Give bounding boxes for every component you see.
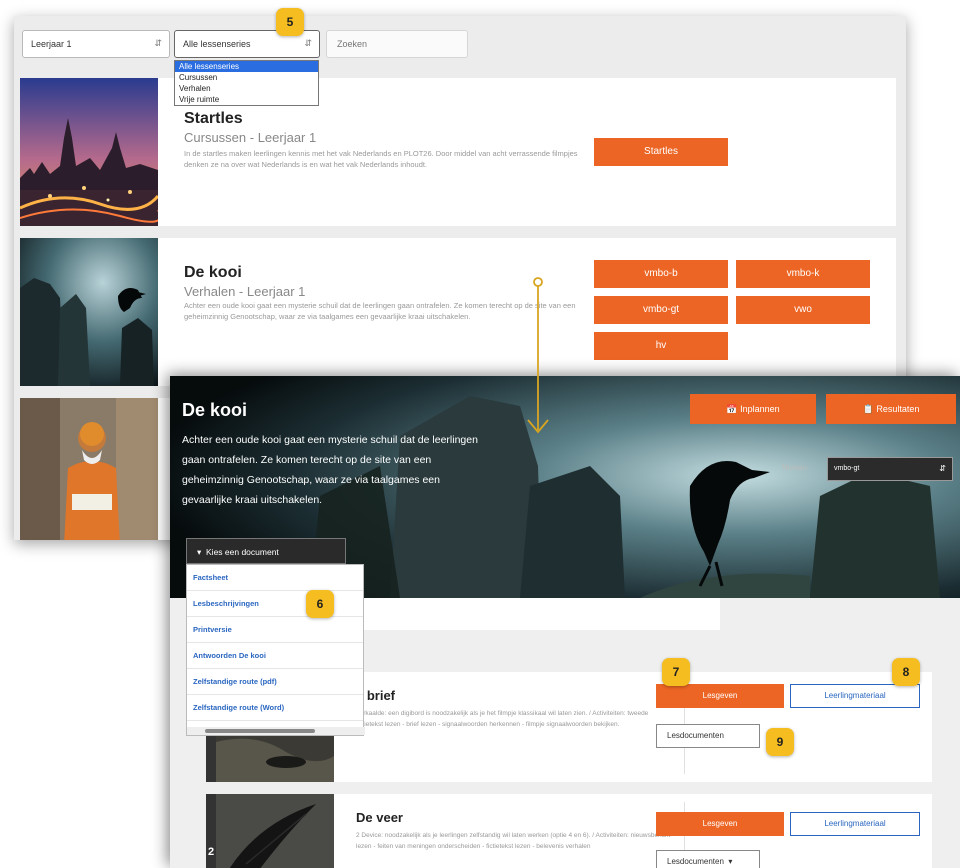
callout-badge: 6 bbox=[306, 590, 334, 618]
screenshot-stage: Leerjaar 1 ⇵ Alle lessenseries ⇵ Alle le… bbox=[0, 0, 960, 868]
callout-badge: 9 bbox=[766, 728, 794, 756]
callout-badge: 5 bbox=[276, 8, 304, 36]
callout-badge: 8 bbox=[892, 658, 920, 686]
callout-badge: 7 bbox=[662, 658, 690, 686]
connector-arrow-icon bbox=[527, 277, 549, 434]
